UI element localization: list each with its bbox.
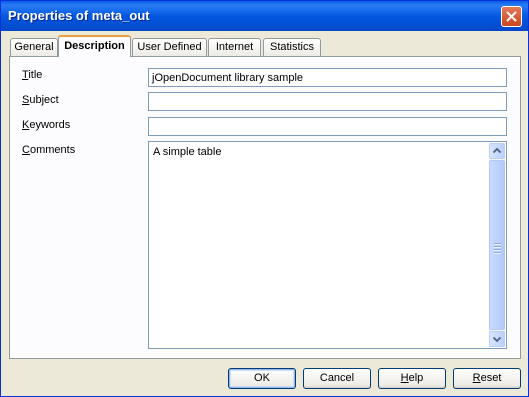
reset-button-rest: eset [480, 372, 502, 384]
grip-icon [494, 243, 501, 255]
title-label-rest: itle [28, 69, 43, 81]
title-field[interactable]: jOpenDocument library sample [148, 68, 507, 87]
subject-field[interactable] [148, 92, 507, 111]
reset-button[interactable]: Reset [453, 368, 521, 389]
comments-field[interactable]: A simple table [148, 141, 507, 349]
comments-scrollbar[interactable] [489, 143, 505, 347]
comments-label-rest: omments [29, 144, 76, 156]
help-button[interactable]: Help [378, 368, 446, 389]
reset-button-mnemonic: R [472, 372, 481, 384]
tab-general[interactable]: General [10, 38, 58, 56]
subject-label: Subject [22, 94, 59, 106]
tab-user-defined[interactable]: User Defined [132, 38, 207, 56]
tab-description[interactable]: Description [58, 35, 131, 57]
subject-label-rest: ubject [29, 94, 59, 106]
help-button-mnemonic: H [400, 372, 409, 384]
scroll-thumb[interactable] [489, 160, 505, 330]
keywords-label-rest: eywords [29, 119, 71, 131]
window-title: Properties of meta_out [8, 8, 150, 23]
close-button[interactable] [501, 6, 522, 27]
close-icon [506, 11, 517, 22]
keywords-label: Keywords [22, 119, 70, 131]
chevron-up-icon [492, 147, 502, 154]
keywords-field[interactable] [148, 117, 507, 136]
chevron-down-icon [492, 336, 502, 343]
title-label: Title [22, 69, 42, 81]
title-bar[interactable]: Properties of meta_out [1, 1, 528, 31]
tab-internet[interactable]: Internet [208, 38, 261, 56]
cancel-button[interactable]: Cancel [303, 368, 371, 389]
comments-text: A simple table [153, 146, 222, 158]
tab-statistics[interactable]: Statistics [263, 38, 321, 56]
help-button-rest: elp [408, 372, 424, 384]
ok-button[interactable]: OK [228, 368, 296, 389]
comments-label: Comments [22, 144, 75, 156]
scroll-up-button[interactable] [489, 143, 505, 159]
properties-dialog: Properties of meta_out General Descripti… [0, 0, 529, 397]
scroll-down-button[interactable] [489, 331, 505, 347]
comments-label-mnemonic: C [22, 144, 30, 156]
